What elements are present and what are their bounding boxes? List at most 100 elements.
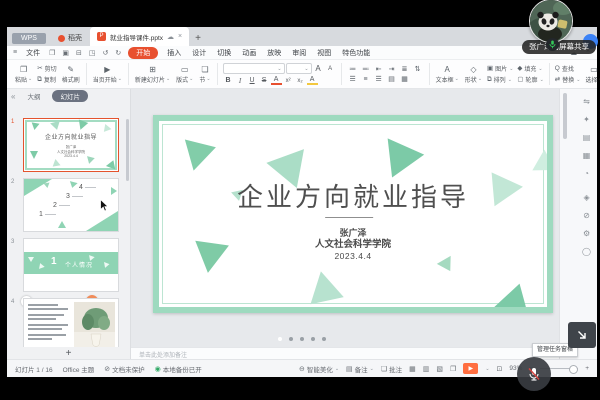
meeting-pagination-dots[interactable] bbox=[278, 337, 326, 341]
paste-button[interactable]: ❐ 粘贴⌄ bbox=[12, 61, 35, 87]
play-options-caret[interactable]: ⌄ bbox=[485, 366, 489, 372]
design-panel-icon[interactable]: ▤ bbox=[583, 133, 591, 142]
numbering-icon[interactable]: ≕ bbox=[360, 65, 372, 73]
menu-tab-home[interactable]: 开始 bbox=[128, 47, 158, 59]
menu-file[interactable]: 文件 bbox=[24, 47, 42, 59]
fill-button[interactable]: ◆填充⌄ bbox=[517, 64, 543, 73]
bold-icon[interactable]: B bbox=[223, 77, 234, 84]
manage-taskpane-button[interactable] bbox=[568, 322, 596, 348]
current-slide[interactable]: 企业方向就业指导 张广泽 人文社会科学学院 2023.4.4 bbox=[153, 115, 553, 313]
print-icon[interactable]: ⊟ bbox=[76, 49, 82, 57]
format-painter-button[interactable]: ✎ 格式刷 bbox=[59, 61, 83, 87]
animation-panel-icon[interactable]: ▦ bbox=[583, 151, 591, 160]
strikethrough-icon[interactable]: S bbox=[259, 77, 270, 84]
menu-tab-insert[interactable]: 插入 bbox=[165, 47, 183, 59]
fit-window-icon[interactable]: ⊡ bbox=[497, 365, 503, 373]
slide-2-thumbnail[interactable]: 4 3 2 1 bbox=[23, 178, 119, 232]
italic-icon[interactable]: I bbox=[235, 77, 246, 85]
thumbnail-scrollbar[interactable] bbox=[126, 119, 129, 181]
slide-4-thumbnail[interactable] bbox=[23, 298, 119, 347]
textbox-button[interactable]: A 文本框⌄ bbox=[433, 61, 462, 87]
subscript-icon[interactable]: x₂ bbox=[295, 78, 306, 84]
font-color-icon[interactable]: A bbox=[271, 76, 282, 85]
menu-tab-special[interactable]: 特色功能 bbox=[340, 47, 372, 59]
smart-beautify-button[interactable]: ⊖ 智能美化 ⌄ bbox=[299, 364, 339, 374]
layout-button[interactable]: ▭ 版式⌄ bbox=[173, 61, 196, 87]
add-slide-button[interactable]: + bbox=[7, 347, 130, 359]
folder-view-icon[interactable]: ❐ bbox=[450, 365, 456, 373]
settings-panel-icon[interactable]: ⚙ bbox=[583, 229, 590, 238]
webcam-bubble[interactable] bbox=[529, 0, 573, 43]
normal-view-icon[interactable]: ▦ bbox=[409, 365, 416, 373]
highlight-icon[interactable]: A bbox=[307, 76, 318, 85]
link-panel-icon[interactable]: ⊘ bbox=[583, 211, 590, 220]
help-panel-icon[interactable]: ◯ bbox=[582, 247, 591, 256]
section-button[interactable]: ❏ 节⌄ bbox=[196, 61, 213, 87]
menu-tab-view[interactable]: 视图 bbox=[315, 47, 333, 59]
backup-status[interactable]: 本地备份已开 bbox=[163, 364, 202, 374]
undo-icon[interactable]: ↺ bbox=[103, 49, 109, 57]
slide-3-thumbnail[interactable]: 1 个人情况 bbox=[23, 238, 119, 292]
align-center-icon[interactable]: ≡ bbox=[360, 76, 372, 83]
increase-indent-icon[interactable]: ⇥ bbox=[386, 65, 398, 73]
cut-button[interactable]: ✂剪切 bbox=[37, 64, 56, 73]
justify-icon[interactable]: ▤ bbox=[386, 75, 398, 83]
zoom-in-button[interactable]: + bbox=[585, 365, 589, 372]
select-button[interactable]: ▭ 选择⌄ bbox=[582, 61, 600, 87]
text-direction-icon[interactable]: ⇅ bbox=[412, 65, 424, 73]
decrease-indent-icon[interactable]: ⇤ bbox=[373, 65, 385, 73]
slideshow-play-button[interactable]: ▶ bbox=[463, 363, 478, 374]
menu-tab-slideshow[interactable]: 放映 bbox=[265, 47, 283, 59]
picture-button[interactable]: ▣图片⌄ bbox=[487, 64, 513, 73]
menu-tab-animation[interactable]: 动画 bbox=[240, 47, 258, 59]
replace-button[interactable]: ⇄替换⌄ bbox=[555, 75, 581, 84]
menu-tab-design[interactable]: 设计 bbox=[190, 47, 208, 59]
theme-name[interactable]: Office 主题 bbox=[63, 364, 95, 374]
protection-status[interactable]: 文档未保护 bbox=[112, 364, 145, 374]
zoom-slider-knob[interactable] bbox=[569, 365, 578, 374]
history-panel-icon[interactable]: ◔ bbox=[584, 169, 589, 178]
preview-icon[interactable]: ◳ bbox=[89, 49, 96, 57]
canvas-scrollbar[interactable] bbox=[563, 93, 567, 139]
menu-tab-review[interactable]: 审阅 bbox=[290, 47, 308, 59]
notes-button[interactable]: ▤ 备注 ⌄ bbox=[346, 364, 374, 374]
properties-panel-icon[interactable]: ⇋ bbox=[583, 97, 590, 106]
arrange-button[interactable]: ⧉排列⌄ bbox=[487, 75, 513, 84]
increase-font-icon[interactable]: A bbox=[313, 64, 324, 73]
redo-icon[interactable]: ↻ bbox=[115, 49, 121, 57]
distribute-icon[interactable]: ▦ bbox=[399, 75, 411, 83]
font-size-select[interactable]: ⌄ bbox=[286, 63, 312, 74]
new-tab-button[interactable]: + bbox=[189, 33, 207, 46]
hamburger-icon[interactable]: ≡ bbox=[13, 49, 17, 56]
comments-button[interactable]: ❏ 批注 bbox=[381, 364, 402, 374]
bullets-icon[interactable]: ≔ bbox=[347, 65, 359, 73]
wps-home-button[interactable]: WPS bbox=[12, 33, 46, 44]
outline-button[interactable]: ▢轮廓⌄ bbox=[517, 75, 543, 84]
reading-view-icon[interactable]: ▧ bbox=[436, 365, 443, 373]
tab-slides[interactable]: 幻灯片 bbox=[52, 90, 88, 102]
underline-icon[interactable]: U bbox=[247, 77, 258, 84]
new-slide-button[interactable]: ⊞ 新建幻灯片⌄ bbox=[132, 61, 173, 87]
copy-button[interactable]: ⧉复制 bbox=[37, 75, 56, 84]
docer-tab[interactable]: 稻壳 bbox=[50, 30, 90, 46]
font-family-select[interactable]: ⌄ bbox=[223, 63, 285, 74]
play-from-current-button[interactable]: ▶ 当页开始⌄ bbox=[90, 61, 125, 87]
decrease-font-icon[interactable]: A bbox=[325, 66, 336, 72]
align-left-icon[interactable]: ☰ bbox=[347, 75, 359, 83]
sorter-view-icon[interactable]: ▥ bbox=[423, 365, 430, 373]
document-tab[interactable]: P 就业指导课件.pptx ☁ × bbox=[90, 27, 189, 46]
open-icon[interactable]: ❐ bbox=[49, 49, 55, 57]
line-spacing-icon[interactable]: ≣ bbox=[399, 65, 411, 73]
superscript-icon[interactable]: x² bbox=[283, 78, 294, 84]
beautify-panel-icon[interactable]: ✦ bbox=[583, 115, 590, 124]
slide-1-thumbnail[interactable]: 企业方向就业指导 张广泽 人文社会科学学院 2023.4.4 bbox=[23, 118, 119, 172]
tab-outline[interactable]: 大纲 bbox=[23, 90, 44, 102]
shape-button[interactable]: ◇ 形状⌄ bbox=[462, 61, 485, 87]
slide-canvas[interactable]: 企业方向就业指导 张广泽 人文社会科学学院 2023.4.4 bbox=[131, 89, 559, 347]
find-button[interactable]: Q查找 bbox=[555, 64, 581, 73]
save-icon[interactable]: ▣ bbox=[62, 49, 69, 57]
align-right-icon[interactable]: ☰ bbox=[373, 75, 385, 83]
menu-tab-transition[interactable]: 切换 bbox=[215, 47, 233, 59]
close-tab-icon[interactable]: × bbox=[178, 33, 182, 40]
mic-muted-button[interactable] bbox=[517, 357, 551, 391]
